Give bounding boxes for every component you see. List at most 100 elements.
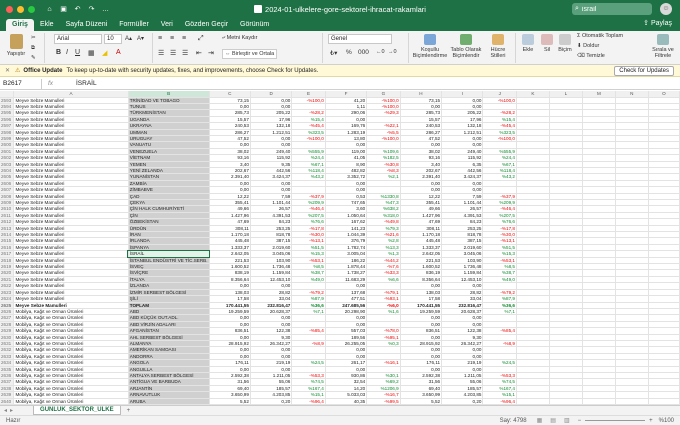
- accounting-icon[interactable]: ₺▾: [330, 49, 337, 57]
- sheet-tab-bar: ◂ ▸ GUNLUK_SEKTOR_ULKE +: [0, 405, 680, 415]
- align-middle-icon[interactable]: ≡: [170, 35, 174, 42]
- page-layout-icon[interactable]: ▤: [550, 417, 556, 424]
- close-icon[interactable]: ✕: [5, 67, 10, 74]
- orientation-icon[interactable]: ⤢: [198, 35, 204, 43]
- fill-color-icon[interactable]: ◢: [102, 49, 107, 57]
- share-label: Paylaş: [650, 20, 672, 27]
- font-size-dropdown[interactable]: 10: [104, 34, 122, 44]
- increase-decimal-icon[interactable]: ←0: [376, 49, 385, 55]
- align-left-icon[interactable]: ☰: [158, 49, 164, 57]
- fill-button[interactable]: ⬇ Doldur: [577, 43, 599, 49]
- borders-icon[interactable]: ▦: [88, 49, 95, 57]
- zoom-out-icon[interactable]: −: [578, 418, 582, 424]
- insert-label: Ekle: [522, 47, 534, 53]
- save-icon[interactable]: ▣: [59, 5, 68, 14]
- formula-input[interactable]: İSRAİL: [76, 80, 680, 87]
- shrink-font-icon[interactable]: A▾: [137, 35, 144, 42]
- add-sheet-button[interactable]: +: [127, 408, 131, 414]
- font-color-icon[interactable]: A: [116, 49, 121, 56]
- merge-icon: ⇔: [225, 51, 233, 57]
- merge-label: Birleştir ve Ortala: [232, 51, 275, 57]
- spreadsheet-grid[interactable]: ABCDEFGHIJKLMNO 2593 Meyve Sebze Mamuller…: [0, 91, 680, 405]
- number-format-dropdown[interactable]: Genel: [328, 34, 392, 44]
- cell-b[interactable]: İSTANBUL ENDÜSTRİ VE TİC.SERB.: [128, 257, 210, 265]
- format-cells-button[interactable]: Biçim: [556, 34, 574, 53]
- italic-button[interactable]: I: [66, 49, 68, 56]
- table-icon: [460, 34, 472, 45]
- account-avatar[interactable]: ☺: [660, 3, 672, 15]
- insert-cells-button[interactable]: Ekle: [518, 34, 538, 53]
- align-bottom-icon[interactable]: ≡: [182, 35, 186, 42]
- format-cells-icon: [559, 34, 571, 45]
- share-icon: ⇪: [643, 20, 651, 27]
- ribbon-separator: [408, 33, 409, 63]
- comma-style-icon[interactable]: 000: [358, 49, 369, 56]
- insert-cells-icon: [522, 34, 534, 45]
- tab-veri[interactable]: Veri: [155, 19, 179, 31]
- clear-label: Temizle: [586, 53, 605, 59]
- increase-indent-icon[interactable]: ⇥: [208, 49, 214, 57]
- delete-cells-button[interactable]: Sil: [538, 34, 556, 53]
- decrease-indent-icon[interactable]: ⇤: [196, 49, 202, 57]
- zoom-in-icon[interactable]: +: [649, 418, 653, 424]
- cut-icon[interactable]: ✂: [31, 35, 36, 41]
- sort-filter-icon: [657, 34, 669, 45]
- fill-label: Doldur: [583, 43, 600, 49]
- home-icon[interactable]: ⌂: [45, 5, 54, 14]
- prev-sheet-icon[interactable]: ◂: [4, 407, 7, 414]
- merge-center-button[interactable]: ⇔ Birleştir ve Ortala: [222, 49, 278, 59]
- next-sheet-icon[interactable]: ▸: [10, 407, 13, 414]
- align-top-icon[interactable]: ≡: [158, 35, 162, 42]
- infobar-title: Office Update: [23, 67, 63, 74]
- delete-cells-icon: [541, 34, 553, 45]
- zoom-level[interactable]: %100: [659, 418, 674, 424]
- copy-icon[interactable]: ⧉: [31, 45, 35, 52]
- share-button[interactable]: ⇪ Paylaş: [643, 19, 672, 27]
- align-right-icon[interactable]: ☰: [182, 49, 188, 57]
- tab-gözden-geçir[interactable]: Gözden Geçir: [179, 19, 234, 31]
- more-icon[interactable]: …: [101, 5, 110, 14]
- wrap-text-button[interactable]: ⤶ Metni Kaydır: [222, 35, 257, 42]
- paste-button[interactable]: Yapıştır: [4, 34, 28, 57]
- search-input[interactable]: [581, 5, 642, 13]
- autosum-button[interactable]: Σ Otomatik Toplam: [577, 33, 623, 39]
- underline-button[interactable]: U: [75, 49, 80, 56]
- tab-görünüm[interactable]: Görünüm: [234, 19, 275, 31]
- font-name-dropdown[interactable]: Arial: [54, 34, 102, 44]
- conditional-formatting-label: Koşullu Biçimlendirme: [412, 47, 448, 59]
- align-center-icon[interactable]: ☰: [170, 49, 176, 57]
- percent-icon[interactable]: %: [346, 49, 352, 56]
- name-box[interactable]: B2617: [0, 78, 42, 89]
- zoom-slider[interactable]: [585, 420, 646, 421]
- maximize-window-button[interactable]: [28, 5, 35, 13]
- title-bar: ⌂ ▣ ↶ ↷ … 2024-01-ulkelere-gore-sektorel…: [0, 0, 680, 18]
- close-window-button[interactable]: [6, 5, 13, 13]
- tab-ekle[interactable]: Ekle: [34, 19, 60, 31]
- conditional-formatting-button[interactable]: Koşullu Biçimlendirme: [412, 34, 448, 59]
- tab-sayfa-düzeni[interactable]: Sayfa Düzeni: [60, 19, 114, 31]
- cell-styles-button[interactable]: Hücre Stilleri: [484, 34, 512, 59]
- tab-formüller[interactable]: Formüller: [113, 19, 155, 31]
- status-ready: Hazır: [6, 417, 21, 424]
- search-box[interactable]: ⌕: [572, 3, 652, 15]
- minimize-window-button[interactable]: [17, 5, 24, 13]
- normal-view-icon[interactable]: ▦: [537, 417, 543, 424]
- bold-button[interactable]: B: [56, 49, 61, 56]
- decrease-decimal-icon[interactable]: →0: [388, 49, 397, 55]
- clipboard-icon: [9, 34, 23, 49]
- format-label: Biçim: [558, 47, 572, 53]
- ribbon-separator: [322, 33, 323, 63]
- tab-giriş[interactable]: Giriş: [6, 19, 34, 31]
- clear-button[interactable]: ⌫ Temizle: [577, 53, 605, 59]
- grow-font-icon[interactable]: A▴: [125, 35, 132, 42]
- format-painter-icon[interactable]: ✎: [31, 55, 36, 61]
- redo-icon[interactable]: ↷: [87, 5, 96, 14]
- check-for-updates-button[interactable]: Check for Updates: [614, 66, 674, 76]
- fx-icon[interactable]: fx: [42, 80, 76, 87]
- sheet-tab-gunluk[interactable]: GUNLUK_SEKTOR_ULKE: [33, 406, 121, 415]
- undo-icon[interactable]: ↶: [73, 5, 82, 14]
- page-break-icon[interactable]: ▥: [564, 417, 570, 424]
- sort-filter-button[interactable]: Sırala ve Filtrele: [648, 34, 678, 59]
- ribbon-home: Yapıştır ✂ ⧉ ✎ Arial 10 A▴ A▾ B I U ▦ ◢ …: [0, 31, 680, 65]
- format-as-table-button[interactable]: Tablo Olarak Biçimlendir: [448, 34, 484, 59]
